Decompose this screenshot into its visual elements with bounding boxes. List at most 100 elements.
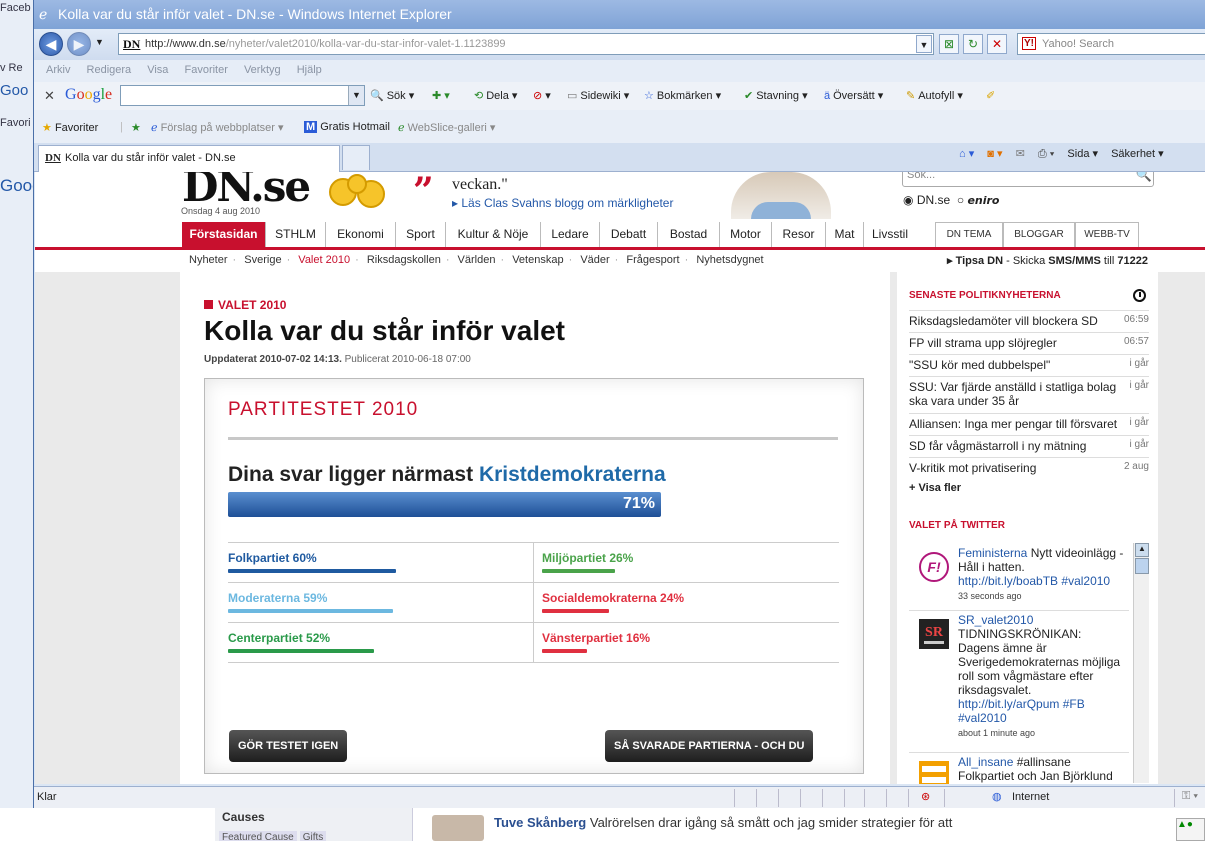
radio-selected-icon[interactable]: ◉	[903, 193, 913, 207]
menu-item[interactable]: Visa	[147, 64, 168, 76]
news-item[interactable]: Riksdagsledamöter vill blockera SD 06:59	[909, 310, 1149, 332]
home-icon[interactable]: ⌂ ▾	[959, 148, 974, 160]
news-item[interactable]: FP vill strama upp slöjregler 06:57	[909, 332, 1149, 354]
autofill-button[interactable]: ✎ Autofyll ▾	[906, 89, 963, 102]
back-button[interactable]: ◀	[39, 32, 63, 56]
nav-item[interactable]: Mat	[826, 222, 864, 247]
chat-icon[interactable]: ▲●	[1176, 818, 1205, 841]
news-item[interactable]: Alliansen: Inga mer pengar till försvare…	[909, 413, 1149, 435]
news-item[interactable]: SSU: Var fjärde anställd i statliga bola…	[909, 376, 1149, 413]
favorite-link[interactable]: ℯ WebSlice-galleri ▾	[398, 121, 495, 134]
scroll-up-icon[interactable]: ▲	[1135, 543, 1149, 557]
rss-icon[interactable]: ◙ ▾	[987, 148, 1002, 160]
nav-item[interactable]: Resor	[772, 222, 826, 247]
nav-item[interactable]: Debatt	[600, 222, 658, 247]
google-search-input[interactable]: ▼	[120, 85, 365, 106]
nav-tab[interactable]: DN TEMA	[935, 222, 1003, 247]
post-author[interactable]: Tuve Skånberg	[494, 815, 586, 830]
nav-item[interactable]: STHLM	[266, 222, 326, 247]
compat-icon[interactable]: ⊠	[939, 34, 959, 54]
nav-item[interactable]: Förstasidan	[182, 222, 266, 247]
news-item[interactable]: "SSU kör med dubbelspel" i går	[909, 354, 1149, 376]
subnav-item[interactable]: Nyhetsdygnet	[696, 254, 763, 266]
menu-item[interactable]: Arkiv	[46, 64, 70, 76]
party-answers-button[interactable]: SÅ SVARADE PARTIERNA - OCH DU	[605, 730, 814, 762]
subnav-item[interactable]: Frågesport	[626, 254, 679, 266]
causes-tab[interactable]: Gifts	[299, 831, 327, 841]
favorites-button[interactable]: ★ Favoriter	[42, 121, 98, 134]
bookmarks-button[interactable]: ☆ Bokmärken ▾	[644, 89, 721, 102]
causes-tab[interactable]: Featured Cause	[219, 831, 297, 841]
safety-menu[interactable]: Säkerhet ▾	[1111, 148, 1164, 160]
privacy-icon[interactable]: ⊛	[921, 790, 930, 803]
nav-item[interactable]: Ekonomi	[326, 222, 396, 247]
tipsa-link[interactable]: ▸ Tipsa DN - Skicka SMS/MMS till 71222	[947, 254, 1148, 267]
subnav-item[interactable]: Vetenskap	[512, 254, 563, 266]
close-toolbar-icon[interactable]: ✕	[44, 88, 55, 104]
menu-item[interactable]: Redigera	[87, 64, 132, 76]
favorite-link[interactable]: ℯ Förslag på webbplatser ▾	[151, 121, 284, 134]
subnav-item[interactable]: Världen	[458, 254, 496, 266]
chevron-down-icon[interactable]: ▼	[348, 86, 364, 105]
nav-tab[interactable]: WEBB-TV	[1075, 222, 1139, 247]
refresh-icon[interactable]: ↻	[963, 34, 983, 54]
nav-tab[interactable]: BLOGGAR	[1003, 222, 1075, 247]
history-dropdown-icon[interactable]: ▼	[95, 37, 104, 47]
forward-button[interactable]: ▶	[67, 32, 91, 56]
nav-item[interactable]: Motor	[720, 222, 772, 247]
nav-item[interactable]: Kultur & Nöje	[446, 222, 541, 247]
mail-icon[interactable]: ✉	[1016, 148, 1025, 160]
radio-icon[interactable]: ○	[957, 193, 964, 207]
show-more-link[interactable]: + Visa fler	[909, 482, 961, 494]
divider	[228, 437, 838, 440]
tweet-link[interactable]: http://bit.ly/boabTB #val2010	[958, 574, 1110, 588]
site-search-input[interactable]: Sök...	[902, 172, 1154, 187]
search-input[interactable]: Y! Yahoo! Search	[1017, 33, 1205, 55]
stop-icon[interactable]: ✕	[987, 34, 1007, 54]
tweet-link[interactable]: http://bit.ly/arQpum #FB #val2010	[958, 697, 1085, 725]
subnav-item[interactable]: Väder	[580, 254, 609, 266]
google-search-button[interactable]: 🔍 Sök ▾	[370, 89, 414, 102]
article-kicker[interactable]: VALET 2010	[204, 298, 286, 312]
tweet-text: SR_valet2010 TIDNINGSKRÖNIKAN: Dagens äm…	[958, 613, 1124, 740]
favorite-link[interactable]: M Gratis Hotmail	[304, 121, 390, 133]
subnav-item[interactable]: Nyheter	[189, 254, 228, 266]
tweet-scrollbar[interactable]: ▲	[1133, 543, 1149, 783]
nav-item[interactable]: Bostad	[658, 222, 720, 247]
news-time: i går	[1129, 380, 1149, 391]
new-tab-button[interactable]	[342, 145, 370, 170]
tweet-user[interactable]: Feministerna	[958, 546, 1027, 560]
google-toolbar: ✕ Google ▼ 🔍 Sök ▾ ✚ ▾ ⟲ Dela ▾ ⊘ ▾ ▭ Sidewi…	[34, 82, 1205, 110]
print-icon[interactable]: ⎙ ▾	[1038, 148, 1054, 160]
menu-item[interactable]: Favoriter	[184, 64, 227, 76]
browser-tab[interactable]: DN Kolla var du står inför valet - DN.se	[38, 145, 340, 172]
address-dropdown-icon[interactable]: ▼	[916, 35, 932, 53]
share-button[interactable]: ⟲ Dela ▾	[474, 89, 517, 102]
nav-item[interactable]: Livsstil	[864, 222, 916, 247]
sidewiki-button[interactable]: ▭ Sidewiki ▾	[567, 89, 629, 102]
nav-item[interactable]: Ledare	[541, 222, 600, 247]
menu-item[interactable]: Verktyg	[244, 64, 281, 76]
search-icon[interactable]: 🔍	[1134, 172, 1154, 187]
spellcheck-button[interactable]: ✔ Stavning ▾	[744, 89, 808, 102]
news-item[interactable]: V-kritik mot privatisering 2 aug	[909, 457, 1149, 479]
subnav-item[interactable]: Sverige	[244, 254, 281, 266]
menu-item[interactable]: Hjälp	[297, 64, 322, 76]
subnav-item[interactable]: Valet 2010	[298, 254, 350, 266]
translate-button[interactable]: ä Översätt ▾	[824, 89, 883, 102]
tweet-user[interactable]: SR_valet2010	[958, 613, 1033, 627]
address-bar[interactable]: DN http://www.dn.se/nyheter/valet2010/ko…	[118, 33, 934, 55]
retry-test-button[interactable]: GÖR TESTET IGEN	[229, 730, 348, 762]
popup-blocker-button[interactable]: ⊘ ▾	[533, 89, 551, 102]
news-item[interactable]: SD får vågmästarroll i ny mätning i går	[909, 435, 1149, 457]
tweet-user[interactable]: All_insane	[958, 755, 1013, 769]
plus-icon[interactable]: ✚ ▾	[432, 89, 450, 102]
teaser-link[interactable]: ▸ Läs Clas Svahns blogg om märkligheter	[452, 196, 673, 210]
subnav-item[interactable]: Riksdagskollen	[367, 254, 441, 266]
nav-item[interactable]: Sport	[396, 222, 446, 247]
highlighter-icon[interactable]: ✐	[986, 89, 995, 102]
add-favorite-icon[interactable]: ★	[131, 121, 141, 134]
protected-mode-icon[interactable]: ⚿ ▾	[1182, 790, 1198, 803]
page-menu[interactable]: Sida ▾	[1067, 148, 1098, 160]
scroll-thumb[interactable]	[1135, 558, 1149, 574]
